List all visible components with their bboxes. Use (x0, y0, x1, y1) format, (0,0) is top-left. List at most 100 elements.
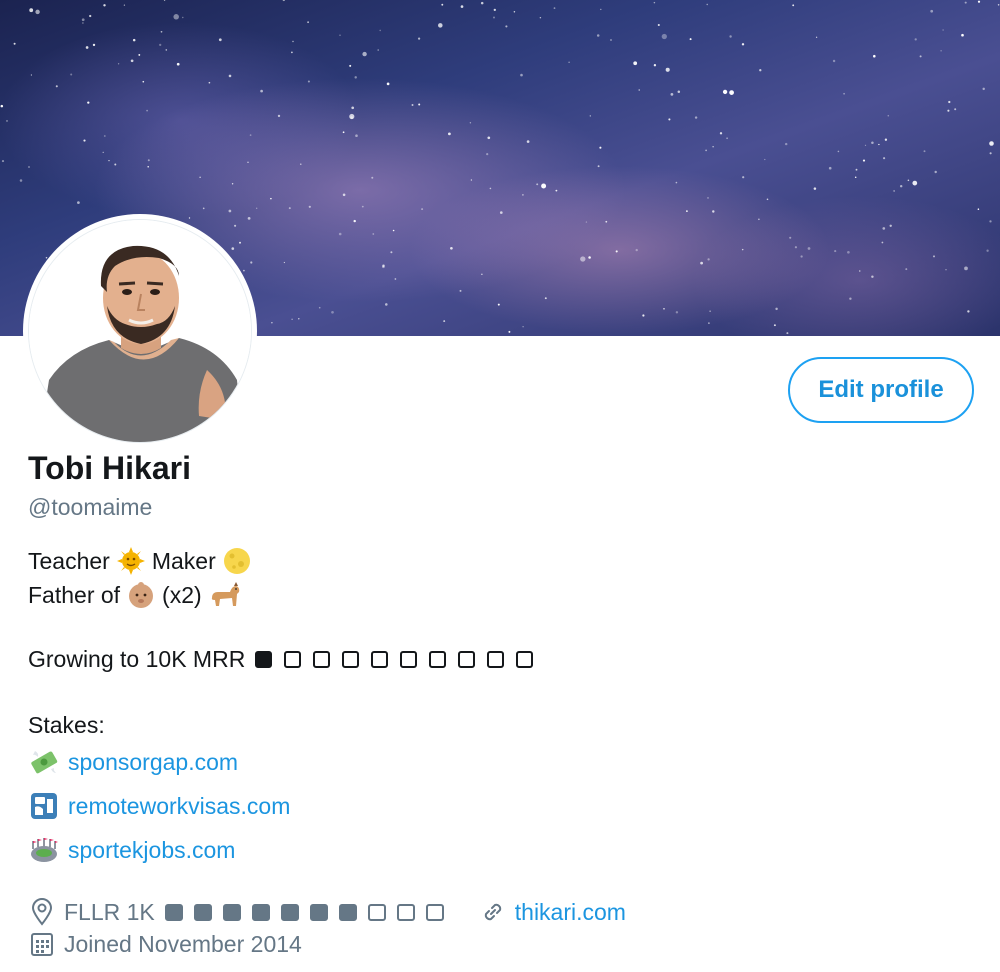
star (513, 11, 516, 13)
star (663, 308, 665, 310)
star (541, 183, 547, 189)
bio-text: Father of (28, 581, 121, 608)
star (741, 43, 745, 46)
star (726, 137, 728, 140)
star (390, 251, 393, 254)
progress-square-empty (458, 651, 476, 668)
star (615, 250, 618, 253)
edit-profile-button[interactable]: Edit profile (788, 357, 974, 423)
star (977, 0, 981, 3)
star (536, 183, 539, 186)
progress-square-empty (516, 651, 534, 668)
star (764, 158, 766, 161)
star (176, 62, 180, 66)
star (27, 165, 31, 169)
star (700, 261, 703, 265)
star (123, 4, 126, 6)
avatar[interactable] (28, 219, 252, 443)
star (199, 176, 201, 178)
star (707, 197, 709, 199)
stake-link[interactable]: sportekjobs.com (68, 837, 235, 864)
stake-link[interactable]: sponsorgap.com (68, 749, 238, 776)
star (394, 278, 397, 280)
star (508, 330, 511, 333)
passport-control-emoji-icon (28, 790, 60, 822)
stake-link[interactable]: remoteworkvisas.com (68, 793, 290, 820)
star (486, 153, 489, 156)
star (307, 21, 309, 24)
star (843, 92, 845, 95)
star (934, 170, 937, 174)
star (633, 61, 638, 66)
website-link[interactable]: thikari.com (515, 899, 626, 926)
star (729, 90, 734, 95)
star (837, 150, 840, 153)
stake-item-sportekjobs[interactable]: sportekjobs.com (28, 834, 235, 866)
star (243, 269, 245, 272)
star (653, 1, 656, 4)
growth-label: Growing to 10K MRR (28, 646, 246, 672)
stake-item-remoteworkvisas[interactable]: remoteworkvisas.com (28, 790, 290, 822)
avatar-frame[interactable] (23, 214, 257, 448)
star (964, 266, 968, 271)
star (967, 310, 970, 313)
star (930, 9, 934, 13)
star (522, 194, 524, 196)
star (686, 210, 688, 212)
star (689, 38, 692, 41)
progress-square-empty (425, 903, 444, 921)
star (707, 258, 710, 261)
star (19, 179, 23, 182)
progress-square-empty (342, 651, 360, 668)
star (117, 63, 120, 65)
star (247, 161, 249, 163)
baby-emoji-icon (126, 580, 156, 610)
star (989, 220, 992, 223)
progress-square-filled (251, 903, 270, 921)
star (871, 275, 874, 278)
star (907, 179, 910, 182)
stake-item-sponsorgap[interactable]: sponsorgap.com (28, 746, 238, 778)
star (912, 180, 918, 186)
star (670, 93, 674, 96)
star (712, 210, 715, 213)
star (729, 35, 732, 38)
stadium-emoji-icon (28, 834, 60, 866)
star (13, 42, 16, 45)
star (657, 23, 660, 27)
progress-square-filled (309, 903, 328, 921)
star (497, 303, 500, 306)
star (342, 193, 346, 197)
star (893, 190, 895, 192)
star (70, 73, 73, 76)
star (114, 163, 117, 166)
star (277, 114, 281, 118)
star (977, 208, 980, 210)
star (807, 247, 811, 250)
star (371, 176, 374, 179)
star (849, 297, 852, 300)
star (270, 197, 272, 200)
star (1, 160, 5, 163)
star (0, 104, 4, 108)
star (228, 74, 232, 78)
star (339, 34, 341, 36)
star (638, 89, 640, 91)
star (355, 134, 358, 137)
star (989, 141, 994, 146)
star (392, 229, 395, 232)
progress-square-empty (396, 903, 415, 921)
bio-text: Teacher (28, 547, 110, 574)
star (291, 51, 293, 54)
moon-emoji-icon (222, 546, 252, 576)
location-progress (164, 903, 455, 921)
star (675, 181, 678, 184)
star (815, 36, 818, 38)
star (675, 311, 679, 314)
star (585, 221, 588, 223)
star (108, 159, 110, 162)
star (132, 38, 136, 42)
star (940, 49, 942, 52)
star (102, 151, 104, 154)
star (889, 224, 892, 227)
